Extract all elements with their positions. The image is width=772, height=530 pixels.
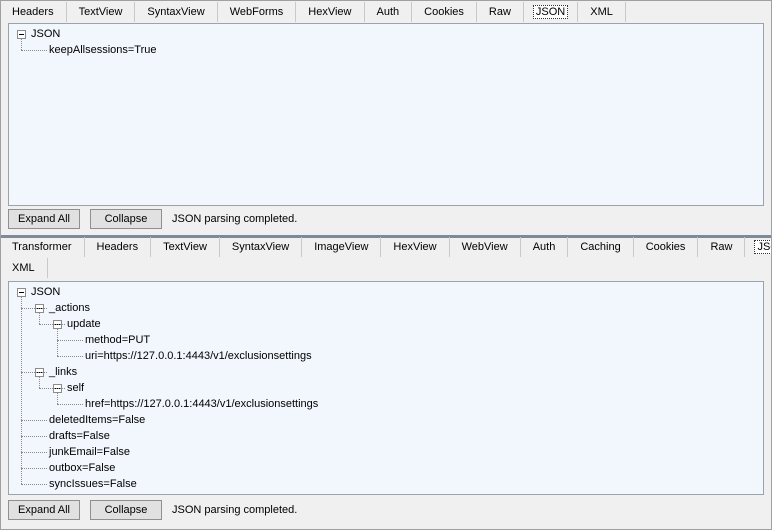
response-tab-label: ImageView — [314, 241, 369, 253]
request-tree-node[interactable]: keepAllsessions=True — [49, 43, 157, 57]
response-tab-headers[interactable]: Headers — [85, 237, 152, 257]
response-json-tree-panel: JSON _actionsupdate method=PUT uri=https://… — [8, 281, 764, 495]
tree-connector-line — [39, 313, 40, 324]
request-status-text: JSON parsing completed. — [172, 213, 298, 225]
tree-connector-line — [39, 377, 40, 388]
tree-connector-line — [21, 420, 47, 421]
tree-connector-line — [57, 404, 83, 405]
tree-connector-line — [57, 329, 58, 356]
request-expand-all-button[interactable]: Expand All — [8, 209, 80, 229]
tree-connector-line — [21, 39, 22, 50]
response-tab-transformer[interactable]: Transformer — [0, 237, 85, 257]
tree-connector-line — [21, 468, 47, 469]
tree-connector-line — [57, 356, 83, 357]
response-tab-label: SyntaxView — [231, 241, 290, 253]
response-collapse-button[interactable]: Collapse — [90, 500, 162, 520]
request-tab-syntaxview[interactable]: SyntaxView — [135, 2, 218, 22]
response-tree-node[interactable]: junkEmail=False — [49, 445, 130, 459]
request-tab-hexview[interactable]: HexView — [296, 2, 365, 22]
response-tree-node[interactable]: JSON — [31, 285, 60, 299]
response-tree-node[interactable]: syncIssues=False — [49, 477, 137, 491]
request-tab-xml[interactable]: XML — [578, 2, 626, 22]
tree-connector-line — [57, 393, 58, 404]
response-tab-label: HexView — [393, 241, 437, 253]
tree-connector-line — [21, 297, 22, 484]
request-tab-label: Cookies — [424, 6, 464, 18]
request-json-tree-panel: JSON keepAllsessions=True — [8, 23, 764, 206]
response-tab-label: WebView — [461, 241, 508, 253]
tree-connector-line — [39, 324, 65, 325]
response-tab-label: Cookies — [645, 241, 686, 253]
response-tree-node[interactable]: method=PUT — [85, 333, 150, 347]
response-tab-hexview[interactable]: HexView — [381, 237, 450, 257]
response-tree-node[interactable]: _links — [49, 365, 77, 379]
request-tab-cookies[interactable]: Cookies — [412, 2, 477, 22]
tree-connector-line — [57, 340, 83, 341]
tree-connector-line — [21, 50, 47, 51]
tree-connector-line — [21, 372, 47, 373]
collapse-toggle-icon[interactable] — [17, 30, 26, 39]
request-tab-textview[interactable]: TextView — [67, 2, 136, 22]
response-tab-label: Headers — [96, 241, 139, 253]
response-tab-syntaxview[interactable]: SyntaxView — [220, 237, 303, 257]
request-tab-label: TextView — [78, 6, 123, 18]
tree-connector-line — [21, 484, 47, 485]
response-tree-node[interactable]: href=https://127.0.0.1:4443/v1/exclusion… — [85, 397, 318, 411]
response-tab-textview[interactable]: TextView — [151, 237, 220, 257]
tree-connector-line — [21, 308, 47, 309]
request-tab-label: XML — [590, 6, 613, 18]
response-tab-label: Caching — [580, 241, 621, 253]
tree-connector-line — [21, 452, 47, 453]
response-tree-node[interactable]: _actions — [49, 301, 90, 315]
response-tab-auth[interactable]: Auth — [521, 237, 569, 257]
response-tab-xml[interactable]: XML — [0, 258, 48, 278]
request-tab-label: JSON — [532, 5, 569, 19]
response-tab-raw[interactable]: Raw — [698, 237, 746, 257]
response-tree-node[interactable]: outbox=False — [49, 461, 115, 475]
response-tab-label: Transformer — [12, 241, 72, 253]
response-tab-bar-row2: XML — [0, 258, 48, 278]
request-tab-bar: Headers TextView SyntaxView WebForms HexView… — [0, 2, 626, 22]
response-tab-bar-row1: Transformer Headers TextView SyntaxView Imag… — [0, 237, 772, 257]
request-tab-webforms[interactable]: WebForms — [218, 2, 297, 22]
request-tab-label: HexView — [308, 6, 352, 18]
request-tab-json[interactable]: JSON — [524, 2, 579, 22]
response-tree-node[interactable]: deletedItems=False — [49, 413, 145, 427]
response-tab-label: TextView — [163, 241, 207, 253]
response-tab-webview[interactable]: WebView — [450, 237, 521, 257]
collapse-toggle-icon[interactable] — [17, 288, 26, 297]
response-tab-label: Raw — [710, 241, 733, 253]
response-tree-node[interactable]: self — [67, 381, 84, 395]
request-tab-auth[interactable]: Auth — [365, 2, 413, 22]
response-tab-cookies[interactable]: Cookies — [634, 237, 699, 257]
response-tab-caching[interactable]: Caching — [568, 237, 634, 257]
tree-connector-line — [21, 436, 47, 437]
response-tab-imageview[interactable]: ImageView — [302, 237, 382, 257]
tree-connector-line — [39, 388, 65, 389]
request-tab-label: WebForms — [229, 6, 284, 18]
request-tree-node[interactable]: JSON — [31, 27, 60, 41]
response-status-text: JSON parsing completed. — [172, 504, 298, 516]
response-tab-label: XML — [12, 262, 35, 274]
response-tab-label: JSON — [754, 240, 772, 254]
request-tab-label: Headers — [12, 6, 54, 18]
response-tree-node[interactable]: uri=https://127.0.0.1:4443/v1/exclusions… — [85, 349, 312, 363]
request-tab-label: Auth — [376, 6, 400, 18]
response-tab-label: Auth — [532, 241, 556, 253]
response-tab-json[interactable]: JSON — [745, 237, 772, 257]
request-tab-raw[interactable]: Raw — [477, 2, 524, 22]
request-collapse-button[interactable]: Collapse — [90, 209, 162, 229]
request-tab-label: SyntaxView — [147, 6, 205, 18]
request-tab-headers[interactable]: Headers — [0, 2, 67, 22]
response-tree-node[interactable]: drafts=False — [49, 429, 110, 443]
response-tree-node[interactable]: update — [67, 317, 101, 331]
request-tab-label: Raw — [488, 6, 511, 18]
response-expand-all-button[interactable]: Expand All — [8, 500, 80, 520]
